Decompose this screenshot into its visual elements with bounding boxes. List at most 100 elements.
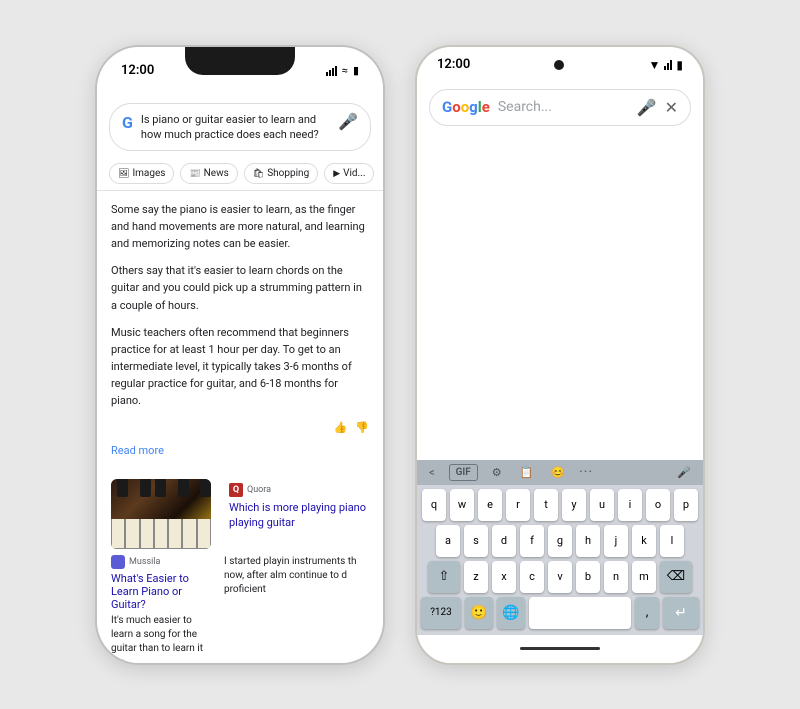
mussila-icon [111,555,125,569]
android-mic-icon[interactable]: 🎤 [637,98,657,117]
tab-shopping[interactable]: 🛍 Shopping [244,163,318,184]
keyboard-toolbar: < GIF ⚙ 📋 😊 ··· 🎤 [417,460,703,485]
read-more-link[interactable]: Read more [111,442,369,459]
key-m[interactable]: m [632,561,656,593]
mussila-card[interactable]: Mussila What's Easier to Learn Piano or … [111,555,216,663]
thumbup-icon[interactable]: 👍 [334,419,348,436]
piano-image-card[interactable] [111,479,221,549]
quora-icon: Q [229,483,243,497]
quora-source: Quora [247,485,271,495]
android-battery-icon: ▮ [676,58,683,72]
keyboard-rows: q w e r t y u i o p a s d f g h [417,485,703,635]
android-main-area [417,132,703,460]
keyboard-gif-btn[interactable]: GIF [449,464,478,481]
android-camera [554,60,564,70]
tab-images[interactable]: 🖼 Images [109,163,174,184]
key-globe[interactable]: 🌐 [497,597,525,629]
key-u[interactable]: u [590,489,614,521]
mic-icon[interactable]: 🎤 [338,112,358,131]
key-v[interactable]: v [548,561,572,593]
images-icon: 🖼 [118,169,129,179]
keyboard-row3: ⇧ z x c v b n m ⌫ [421,561,699,593]
quora-title[interactable]: Which is more playing piano playing guit… [229,500,375,531]
key-z[interactable]: z [464,561,488,593]
news-icon: 📰 [189,169,200,179]
quora-card[interactable]: Q Quora Which is more playing piano play… [221,479,383,549]
google-logo-android: Google [442,98,490,116]
signal-icon [326,66,337,76]
key-emoji-bottom[interactable]: 🙂 [465,597,493,629]
video-icon: ▶ [333,169,340,179]
key-y[interactable]: y [562,489,586,521]
key-a[interactable]: a [436,525,460,557]
google-logo: G [122,113,133,132]
key-t[interactable]: t [534,489,558,521]
key-n[interactable]: n [604,561,628,593]
key-k[interactable]: k [632,525,656,557]
android-nav-bar [417,635,703,663]
key-g[interactable]: g [548,525,572,557]
key-d[interactable]: d [492,525,516,557]
result-cards-row: Q Quora Which is more playing piano play… [97,479,383,549]
key-q[interactable]: q [422,489,446,521]
keyboard-clipboard-btn[interactable]: 📋 [516,464,538,481]
shopping-icon: 🛍 [253,169,264,179]
mussila-badge: Mussila [111,555,216,569]
key-s[interactable]: s [464,525,488,557]
black-keys [111,479,211,497]
key-l[interactable]: l [660,525,684,557]
search-query-text: Is piano or guitar easier to learn and h… [141,112,330,143]
search-bar[interactable]: G Is piano or guitar easier to learn and… [109,103,371,152]
android-search-placeholder: Search... [498,99,629,115]
key-enter[interactable]: ↵ [663,597,699,629]
keyboard-bottom-row: ?123 🙂 🌐 , ↵ [421,597,699,629]
android-time: 12:00 [437,57,470,72]
keyboard-voice-btn[interactable]: 🎤 [673,464,695,481]
quora-badge: Q Quora [229,483,375,497]
key-r[interactable]: r [506,489,530,521]
quora-desc-card[interactable]: I started playin instruments th now, aft… [224,555,369,663]
key-comma[interactable]: , [635,597,659,629]
mussila-source: Mussila [129,557,160,567]
article-para1: Some say the piano is easier to learn, a… [111,201,369,252]
android-wifi-icon: ▼ [649,58,661,72]
nav-bar-handle [520,647,600,650]
key-o[interactable]: o [646,489,670,521]
wifi-icon: ≈ [342,64,348,77]
bottom-cards: Mussila What's Easier to Learn Piano or … [97,555,383,663]
key-e[interactable]: e [478,489,502,521]
key-j[interactable]: j [604,525,628,557]
key-x[interactable]: x [492,561,516,593]
key-shift[interactable]: ⇧ [428,561,460,593]
mussila-desc: It's much easier to learn a song for the… [111,614,216,663]
key-i[interactable]: i [618,489,642,521]
keyboard-row1: q w e r t y u i o p [421,489,699,521]
keyboard-back-btn[interactable]: < [425,464,439,481]
key-w[interactable]: w [450,489,474,521]
android-close-icon[interactable]: ✕ [665,98,678,117]
tab-video[interactable]: ▶ Vid... [324,163,374,184]
key-c[interactable]: c [520,561,544,593]
mussila-title[interactable]: What's Easier to Learn Piano or Guitar? [111,572,216,611]
article-para3: Music teachers often recommend that begi… [111,324,369,409]
android-content: Google Search... 🎤 ✕ < GIF ⚙ 📋 😊 ··· 🎤 [417,83,703,663]
key-backspace[interactable]: ⌫ [660,561,692,593]
keyboard-row2: a s d f g h j k l [421,525,699,557]
key-p[interactable]: p [674,489,698,521]
key-h[interactable]: h [576,525,600,557]
keyboard-emoji-btn[interactable]: 😊 [547,464,569,481]
tab-news[interactable]: 📰 News [180,163,237,184]
iphone-time: 12:00 [121,63,154,78]
iphone-device: 12:00 ≈ ▮ G Is piano or guitar easier to… [95,45,385,665]
key-f[interactable]: f [520,525,544,557]
piano-keys [111,519,211,549]
keyboard-more-btn[interactable]: ··· [579,464,593,480]
key-space[interactable] [529,597,631,629]
keyboard-settings-btn[interactable]: ⚙ [488,464,506,481]
key-b[interactable]: b [576,561,600,593]
android-signal-icon [664,60,672,70]
filter-tabs: 🖼 Images 📰 News 🛍 Shopping ▶ Vid... [97,159,383,191]
android-search-bar[interactable]: Google Search... 🎤 ✕ [429,89,691,126]
thumbdown-icon[interactable]: 👎 [355,419,369,436]
key-numbers[interactable]: ?123 [421,597,461,629]
